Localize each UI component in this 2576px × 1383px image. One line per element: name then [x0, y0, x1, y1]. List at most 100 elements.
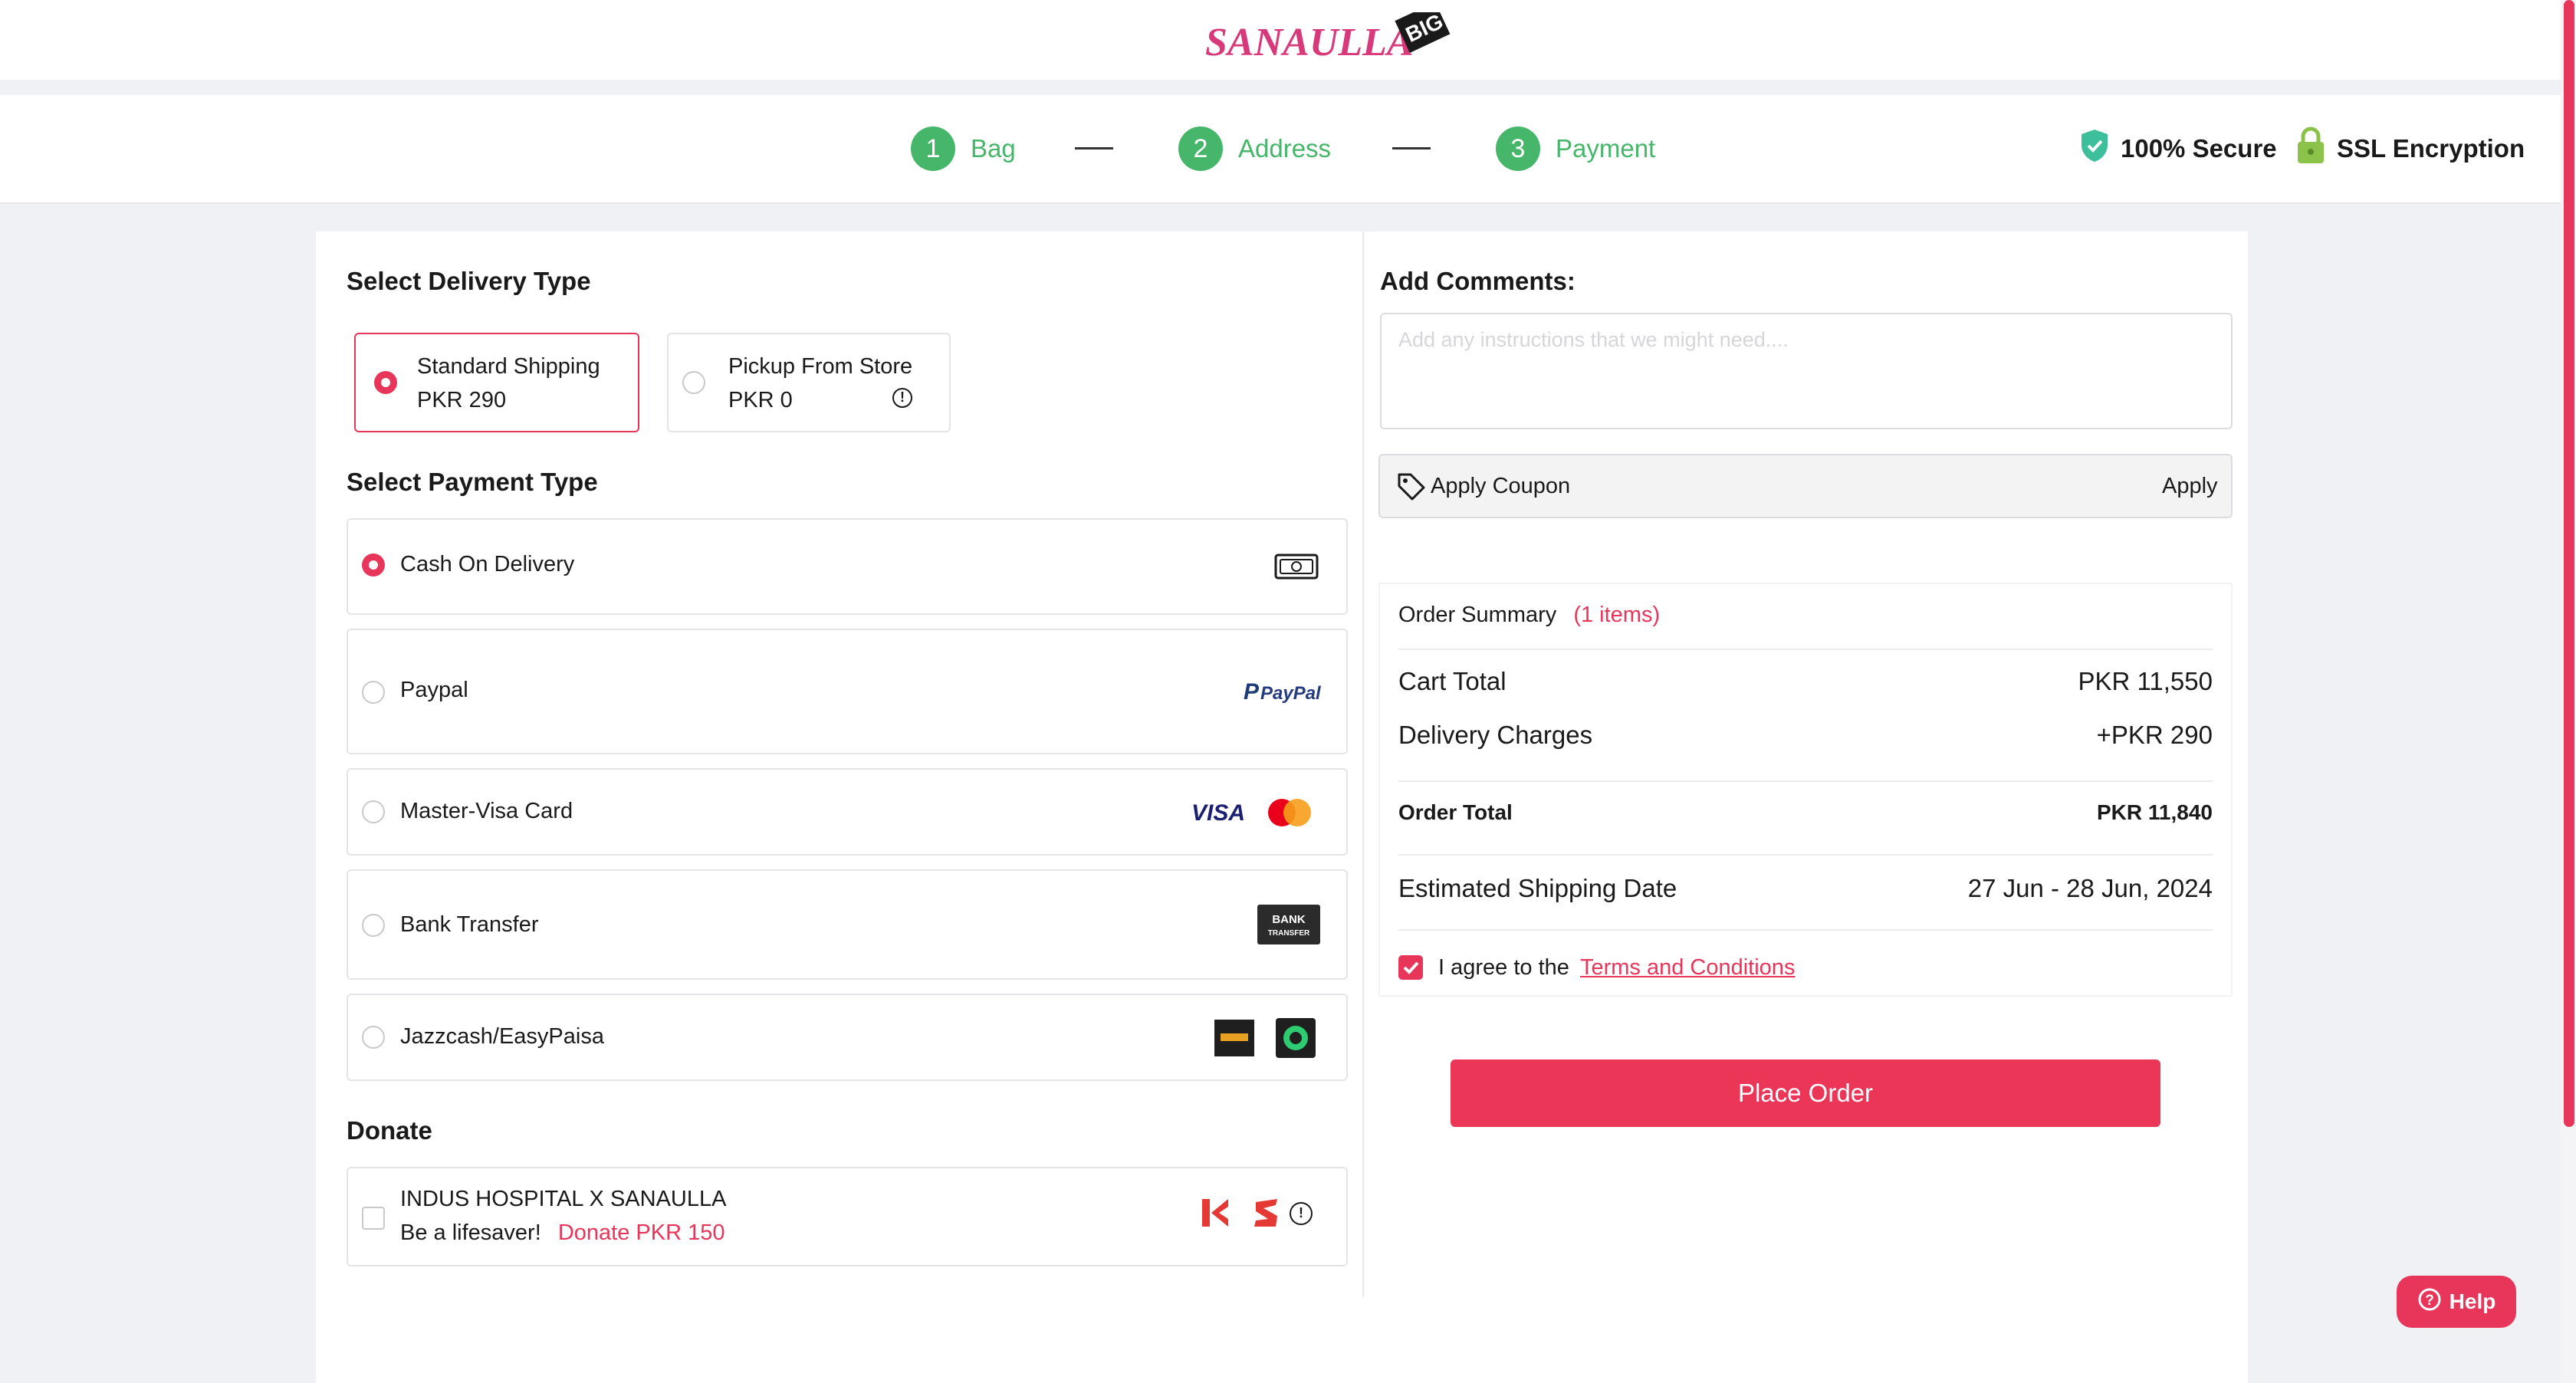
payment-option-card[interactable]: Master-Visa Card VISA	[347, 768, 1348, 856]
visa-mastercard-logo: VISA	[1191, 796, 1314, 833]
step-address[interactable]: 2 Address	[1178, 126, 1331, 172]
indus-hospital-logo	[1201, 1197, 1231, 1232]
apply-coupon-button[interactable]: Apply	[2162, 474, 2218, 499]
radio-unselected[interactable]	[362, 914, 385, 937]
step-bag[interactable]: 1 Bag	[911, 126, 1016, 172]
donate-tagline: Be a lifesaver!	[400, 1220, 541, 1245]
help-button[interactable]: ? Help	[2397, 1276, 2516, 1328]
coupon-bar[interactable]: Apply Coupon Apply	[1378, 454, 2233, 518]
svg-text:PayPal: PayPal	[1260, 683, 1322, 704]
jazzcash-easypaisa-logo	[1214, 1017, 1319, 1063]
radio-unselected[interactable]	[682, 371, 705, 394]
place-order-button[interactable]: Place Order	[1451, 1059, 2160, 1127]
shield-check-icon	[2079, 128, 2110, 169]
secure-indicator: 100% Secure	[2079, 126, 2277, 172]
order-summary: Order Summary (1 items) Cart Total PKR 1…	[1378, 583, 2233, 997]
payment-option-paypal[interactable]: Paypal P PayPal	[347, 629, 1348, 754]
payment-type-heading: Select Payment Type	[347, 468, 598, 496]
order-summary-title: Order Summary	[1398, 603, 1557, 627]
lock-icon	[2295, 126, 2326, 171]
radio-unselected[interactable]	[362, 681, 385, 704]
terms-link[interactable]: Terms and Conditions	[1580, 955, 1795, 980]
step-number: 3	[1496, 126, 1540, 171]
shipping-date-label: Estimated Shipping Date	[1398, 874, 1677, 902]
step-connector	[1392, 147, 1431, 149]
comments-textarea[interactable]: Add any instructions that we might need.…	[1380, 313, 2233, 429]
delivery-option-label: Pickup From Store	[728, 354, 913, 379]
cart-total-value: PKR 11,550	[2078, 667, 2213, 695]
donate-heading: Donate	[347, 1116, 432, 1145]
shipping-date-row: Estimated Shipping Date 27 Jun - 28 Jun,…	[1398, 874, 2213, 903]
tag-icon	[1397, 472, 1426, 505]
coupon-label: Apply Coupon	[1431, 474, 1571, 498]
help-label: Help	[2449, 1289, 2496, 1313]
step-label: Address	[1238, 134, 1332, 163]
info-icon[interactable]: !	[892, 388, 912, 408]
svg-text:P: P	[1244, 679, 1260, 705]
divider	[1398, 854, 2213, 856]
order-total-value: PKR 11,840	[2097, 800, 2213, 824]
step-payment[interactable]: 3 Payment	[1496, 126, 1655, 172]
delivery-charges-row: Delivery Charges +PKR 290	[1398, 721, 2213, 750]
donate-box: INDUS HOSPITAL X SANAULLA Be a lifesaver…	[347, 1167, 1348, 1266]
divider	[1398, 649, 2213, 650]
help-circle-icon: ?	[2417, 1287, 2442, 1317]
radio-selected[interactable]	[374, 371, 397, 394]
step-number: 1	[911, 126, 955, 171]
payment-option-bank-transfer[interactable]: Bank Transfer BANK TRANSFER	[347, 869, 1348, 980]
donate-amount[interactable]: Donate PKR 150	[558, 1220, 725, 1245]
order-total-label: Order Total	[1398, 800, 1513, 824]
payment-option-label: Paypal	[400, 678, 468, 702]
payment-option-label: Master-Visa Card	[400, 799, 573, 823]
comments-heading: Add Comments:	[1380, 267, 1576, 295]
payment-option-cod[interactable]: Cash On Delivery	[347, 518, 1348, 615]
ssl-indicator: SSL Encryption	[2295, 126, 2525, 172]
shipping-date-value: 27 Jun - 28 Jun, 2024	[1967, 874, 2213, 902]
brand-logo[interactable]: SANAULLA BIG	[1205, 2, 1451, 67]
delivery-charges-label: Delivery Charges	[1398, 721, 1593, 749]
donate-tagline-row: Be a lifesaver! Donate PKR 150	[400, 1220, 724, 1246]
cart-total-label: Cart Total	[1398, 667, 1506, 695]
paypal-logo: P PayPal	[1244, 676, 1323, 711]
order-total-row: Order Total PKR 11,840	[1398, 800, 2213, 825]
terms-agree-text: I agree to the	[1438, 955, 1569, 980]
donate-checkbox[interactable]	[362, 1207, 385, 1230]
radio-unselected[interactable]	[362, 1026, 385, 1049]
column-divider	[1362, 232, 1364, 1297]
info-icon[interactable]: !	[1290, 1202, 1313, 1225]
svg-text:SANAULLA: SANAULLA	[1205, 21, 1414, 64]
ssl-label: SSL Encryption	[2337, 134, 2525, 163]
delivery-option-pickup[interactable]: Pickup From Store PKR 0 !	[667, 333, 951, 432]
divider	[1398, 780, 2213, 782]
delivery-charges-value: +PKR 290	[2096, 721, 2213, 749]
bank-transfer-logo: BANK TRANSFER	[1257, 905, 1320, 948]
radio-selected[interactable]	[362, 554, 385, 577]
payment-option-jazzcash-easypaisa[interactable]: Jazzcash/EasyPaisa	[347, 994, 1348, 1081]
secure-label: 100% Secure	[2121, 134, 2277, 163]
sanaulla-s-logo	[1253, 1197, 1280, 1232]
svg-text:TRANSFER: TRANSFER	[1268, 929, 1310, 938]
step-label: Payment	[1556, 134, 1656, 163]
payment-option-label: Bank Transfer	[400, 912, 539, 937]
delivery-option-standard[interactable]: Standard Shipping PKR 290	[354, 333, 639, 432]
order-summary-title-row: Order Summary (1 items)	[1398, 603, 1660, 628]
step-connector	[1075, 147, 1113, 149]
delivery-option-price: PKR 290	[417, 388, 507, 412]
checkmark-icon	[1403, 961, 1419, 974]
terms-checkbox[interactable]	[1398, 955, 1423, 980]
svg-text:?: ?	[2425, 1293, 2434, 1309]
step-label: Bag	[971, 134, 1016, 163]
radio-unselected[interactable]	[362, 800, 385, 823]
cash-icon	[1274, 550, 1319, 585]
cart-total-row: Cart Total PKR 11,550	[1398, 667, 2213, 696]
step-number: 2	[1178, 126, 1223, 171]
delivery-option-price: PKR 0	[728, 388, 793, 412]
scrollbar-thumb[interactable]	[2564, 0, 2574, 1127]
svg-text:BANK: BANK	[1272, 913, 1305, 926]
delivery-type-heading: Select Delivery Type	[347, 267, 591, 295]
order-item-count: (1 items)	[1573, 603, 1661, 627]
delivery-option-label: Standard Shipping	[417, 354, 600, 379]
payment-option-label: Jazzcash/EasyPaisa	[400, 1024, 604, 1049]
donate-title: INDUS HOSPITAL X SANAULLA	[400, 1187, 727, 1211]
svg-text:VISA: VISA	[1191, 800, 1245, 826]
